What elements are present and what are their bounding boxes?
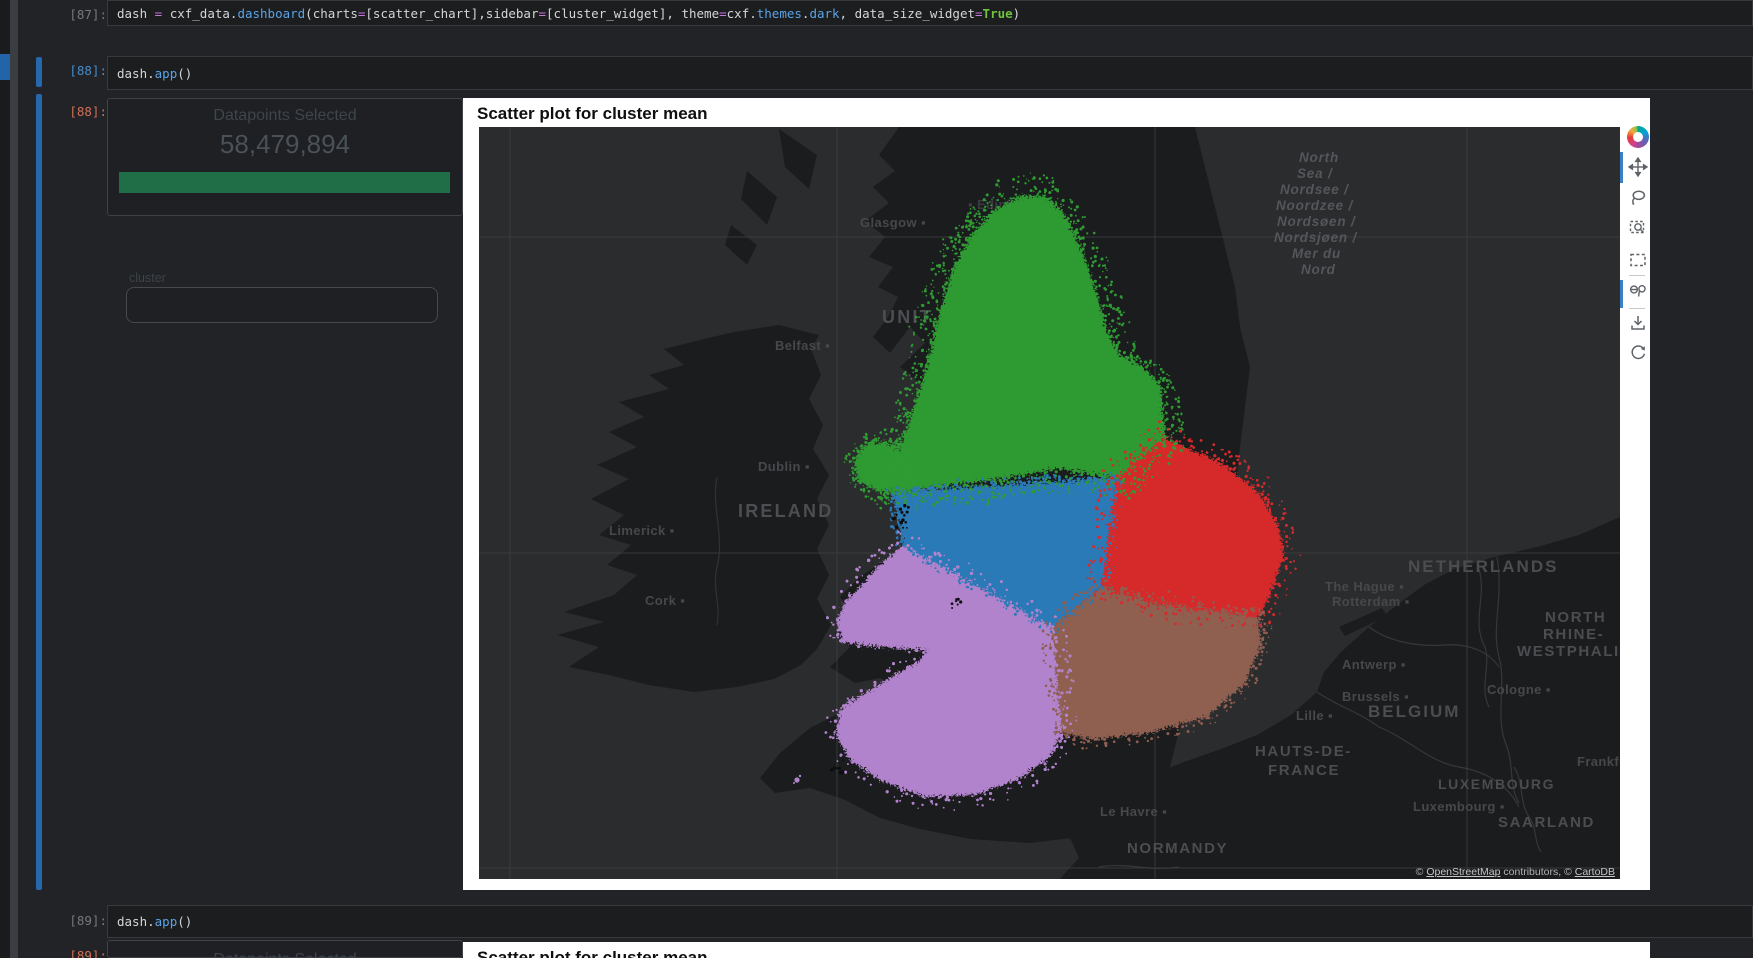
lasso-select-tool-icon[interactable] [1628, 187, 1648, 207]
pan-tool-icon[interactable] [1628, 157, 1648, 177]
code-cell-89[interactable]: dash.app() [107, 905, 1753, 938]
code-cell-87[interactable]: dash = cxf_data.dashboard(charts=[scatte… [107, 0, 1753, 26]
active-tab-indicator[interactable] [0, 54, 10, 80]
map-attribution: © OpenStreetMap contributors, © CartoDB [1416, 866, 1615, 878]
attribution-text: © [1416, 866, 1427, 878]
toolbar-divider [1629, 275, 1645, 276]
cluster-widget-label: cluster [129, 271, 166, 285]
reset-tool-icon[interactable] [1628, 342, 1648, 362]
datapoints-title: Datapoints Selected [108, 951, 462, 958]
code-line: dash.app() [108, 914, 192, 929]
input-prompt-88: [88]: [63, 63, 107, 78]
save-tool-icon[interactable] [1628, 313, 1648, 333]
bokeh-chart-panel-partial: Scatter plot for cluster mean [463, 942, 1650, 958]
input-prompt-89: [89]: [63, 913, 107, 928]
datapoints-value: 58,479,894 [108, 129, 462, 160]
bokeh-chart-panel: Scatter plot for cluster mean [463, 98, 1650, 890]
bokeh-toolbar [1620, 98, 1650, 890]
datapoints-card: Datapoints Selected 58,479,894 [107, 98, 463, 216]
code-line: dash = cxf_data.dashboard(charts=[scatte… [108, 6, 1020, 21]
datapoints-progress-bar [119, 172, 450, 193]
code-cell-88[interactable]: dash.app() [107, 56, 1753, 90]
sidebar-divider[interactable] [10, 0, 18, 958]
datapoints-progress-track [119, 172, 450, 193]
jupyterlab-screen: [87]: dash = cxf_data.dashboard(charts=[… [0, 0, 1753, 958]
active-cell-bar-output[interactable] [36, 94, 42, 890]
output-prompt-89: [89]: [63, 948, 107, 958]
map-plot[interactable]: Glasgow ▪▪ EdinburgBelfast ▪Dublin ▪IREL… [479, 127, 1620, 879]
output-prompt-88: [88]: [63, 104, 107, 119]
chart-title: Scatter plot for cluster mean [477, 104, 708, 124]
activity-rail [0, 0, 10, 958]
active-cell-bar-input[interactable] [36, 57, 42, 87]
box-zoom-tool-icon[interactable] [1628, 218, 1648, 238]
active-tool-indicator-pan [1620, 152, 1623, 183]
chart-title: Scatter plot for cluster mean [477, 948, 708, 958]
attribution-link[interactable]: OpenStreetMap [1426, 866, 1500, 878]
input-prompt-87: [87]: [63, 7, 107, 22]
hover-tool-icon[interactable] [1628, 280, 1648, 300]
scatter-clusters-layer [479, 127, 1620, 879]
code-line: dash.app() [108, 66, 192, 81]
toolbar-divider [1629, 308, 1645, 309]
datapoints-title: Datapoints Selected [108, 107, 462, 125]
bokeh-logo-icon[interactable] [1627, 126, 1649, 148]
cluster-input[interactable] [126, 287, 438, 323]
attribution-link[interactable]: CartoDB [1575, 866, 1615, 878]
datapoints-card-partial: Datapoints Selected [107, 940, 463, 958]
active-tool-indicator-hover [1620, 280, 1623, 308]
attribution-text: contributors, © [1500, 866, 1574, 878]
box-select-tool-icon[interactable] [1628, 250, 1648, 270]
